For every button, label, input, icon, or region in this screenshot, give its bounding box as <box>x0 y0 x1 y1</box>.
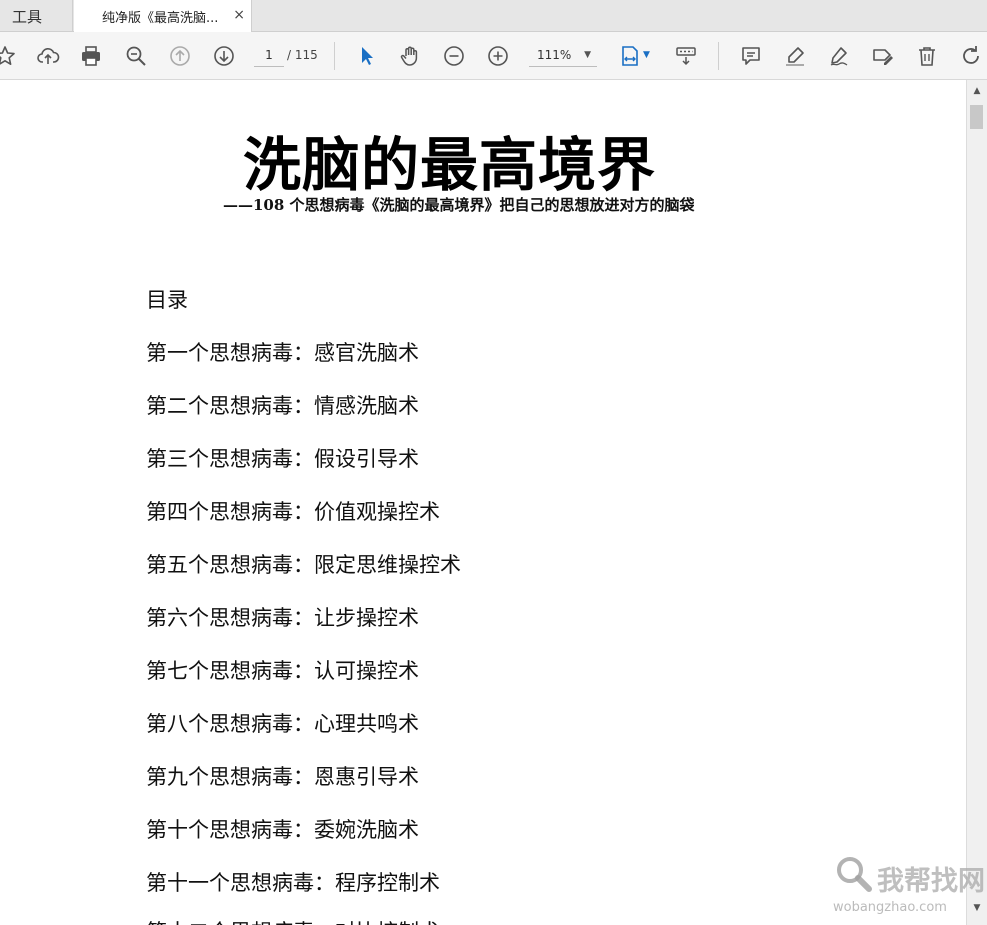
close-tab-icon[interactable]: × <box>233 7 245 23</box>
zoom-out-icon[interactable] <box>441 43 467 69</box>
previous-page-icon[interactable] <box>167 43 193 69</box>
scroll-down-arrow-icon[interactable]: ▼ <box>967 903 987 919</box>
tab-tools-label: 工具 <box>12 7 43 26</box>
scroll-up-arrow-icon[interactable]: ▲ <box>967 86 987 102</box>
zoom-level-value: 111% <box>537 48 572 62</box>
toc-item: 第十二个思想病毒：对比控制术 <box>146 916 440 925</box>
highlight-icon[interactable] <box>782 43 808 69</box>
keyboard-scroll-icon[interactable] <box>673 43 699 69</box>
zoom-in-icon[interactable] <box>485 43 511 69</box>
edit-tag-icon[interactable] <box>870 43 896 69</box>
toolbar-divider <box>718 42 719 70</box>
star-icon[interactable] <box>0 43 18 69</box>
scroll-thumb[interactable] <box>970 105 983 129</box>
zoom-level-select[interactable]: 111% ▼ <box>529 44 597 67</box>
sign-icon[interactable] <box>826 43 852 69</box>
hand-tool-icon[interactable] <box>397 43 423 69</box>
toc-item: 第十一个思想病毒：程序控制术 <box>146 871 440 895</box>
toc-item: 第一个思想病毒：感官洗脑术 <box>146 341 419 365</box>
tab-document-title: 纯净版《最高洗脑... <box>102 11 219 26</box>
zoom-out-magnifier-icon[interactable] <box>123 43 149 69</box>
chevron-down-icon: ▼ <box>584 50 591 60</box>
toc-item: 第九个思想病毒：恩惠引导术 <box>146 765 419 789</box>
document-subtitle: ——108 个思想病毒《洗脑的最高境界》把自己的思想放进对方的脑袋 <box>223 196 695 214</box>
toc-item: 第三个思想病毒：假设引导术 <box>146 447 419 471</box>
document-page: 洗脑的最高境界 ——108 个思想病毒《洗脑的最高境界》把自己的思想放进对方的脑… <box>0 80 966 925</box>
print-icon[interactable] <box>78 43 104 69</box>
select-cursor-icon[interactable] <box>354 43 380 69</box>
toc-item: 第四个思想病毒：价值观操控术 <box>146 500 440 524</box>
main-toolbar: 1 / 115 111% ▼ ▼ <box>0 32 987 80</box>
rotate-icon[interactable] <box>958 43 984 69</box>
toc-item: 第八个思想病毒：心理共鸣术 <box>146 712 419 736</box>
fit-page-icon[interactable] <box>617 43 643 69</box>
next-page-icon[interactable] <box>211 43 237 69</box>
tab-tools[interactable]: 工具 <box>0 0 73 32</box>
document-title: 洗脑的最高境界 <box>243 131 657 199</box>
delete-icon[interactable] <box>914 43 940 69</box>
page-number-input[interactable]: 1 <box>254 44 284 67</box>
toc-item: 第七个思想病毒：认可操控术 <box>146 659 419 683</box>
cloud-upload-icon[interactable] <box>35 43 61 69</box>
toc-item: 第十个思想病毒：委婉洗脑术 <box>146 818 419 842</box>
vertical-scrollbar[interactable]: ▲ ▼ <box>966 80 987 925</box>
pdf-reader-window: 工具 纯净版《最高洗脑... × 1 / 115 111% ▼ ▼ 洗脑的最高境… <box>0 0 987 925</box>
tab-document[interactable]: 纯净版《最高洗脑... × <box>74 0 252 33</box>
toc-item: 第六个思想病毒：让步操控术 <box>146 606 419 630</box>
toc-item: 第二个思想病毒：情感洗脑术 <box>146 394 419 418</box>
toc-item: 第五个思想病毒：限定思维操控术 <box>146 553 461 577</box>
toolbar-divider <box>334 42 335 70</box>
toc-heading: 目录 <box>146 288 188 312</box>
page-total-label: / 115 <box>287 48 318 62</box>
tab-bar: 工具 纯净版《最高洗脑... × <box>0 0 987 33</box>
comment-icon[interactable] <box>738 43 764 69</box>
fit-page-dropdown-icon[interactable]: ▼ <box>643 50 650 60</box>
